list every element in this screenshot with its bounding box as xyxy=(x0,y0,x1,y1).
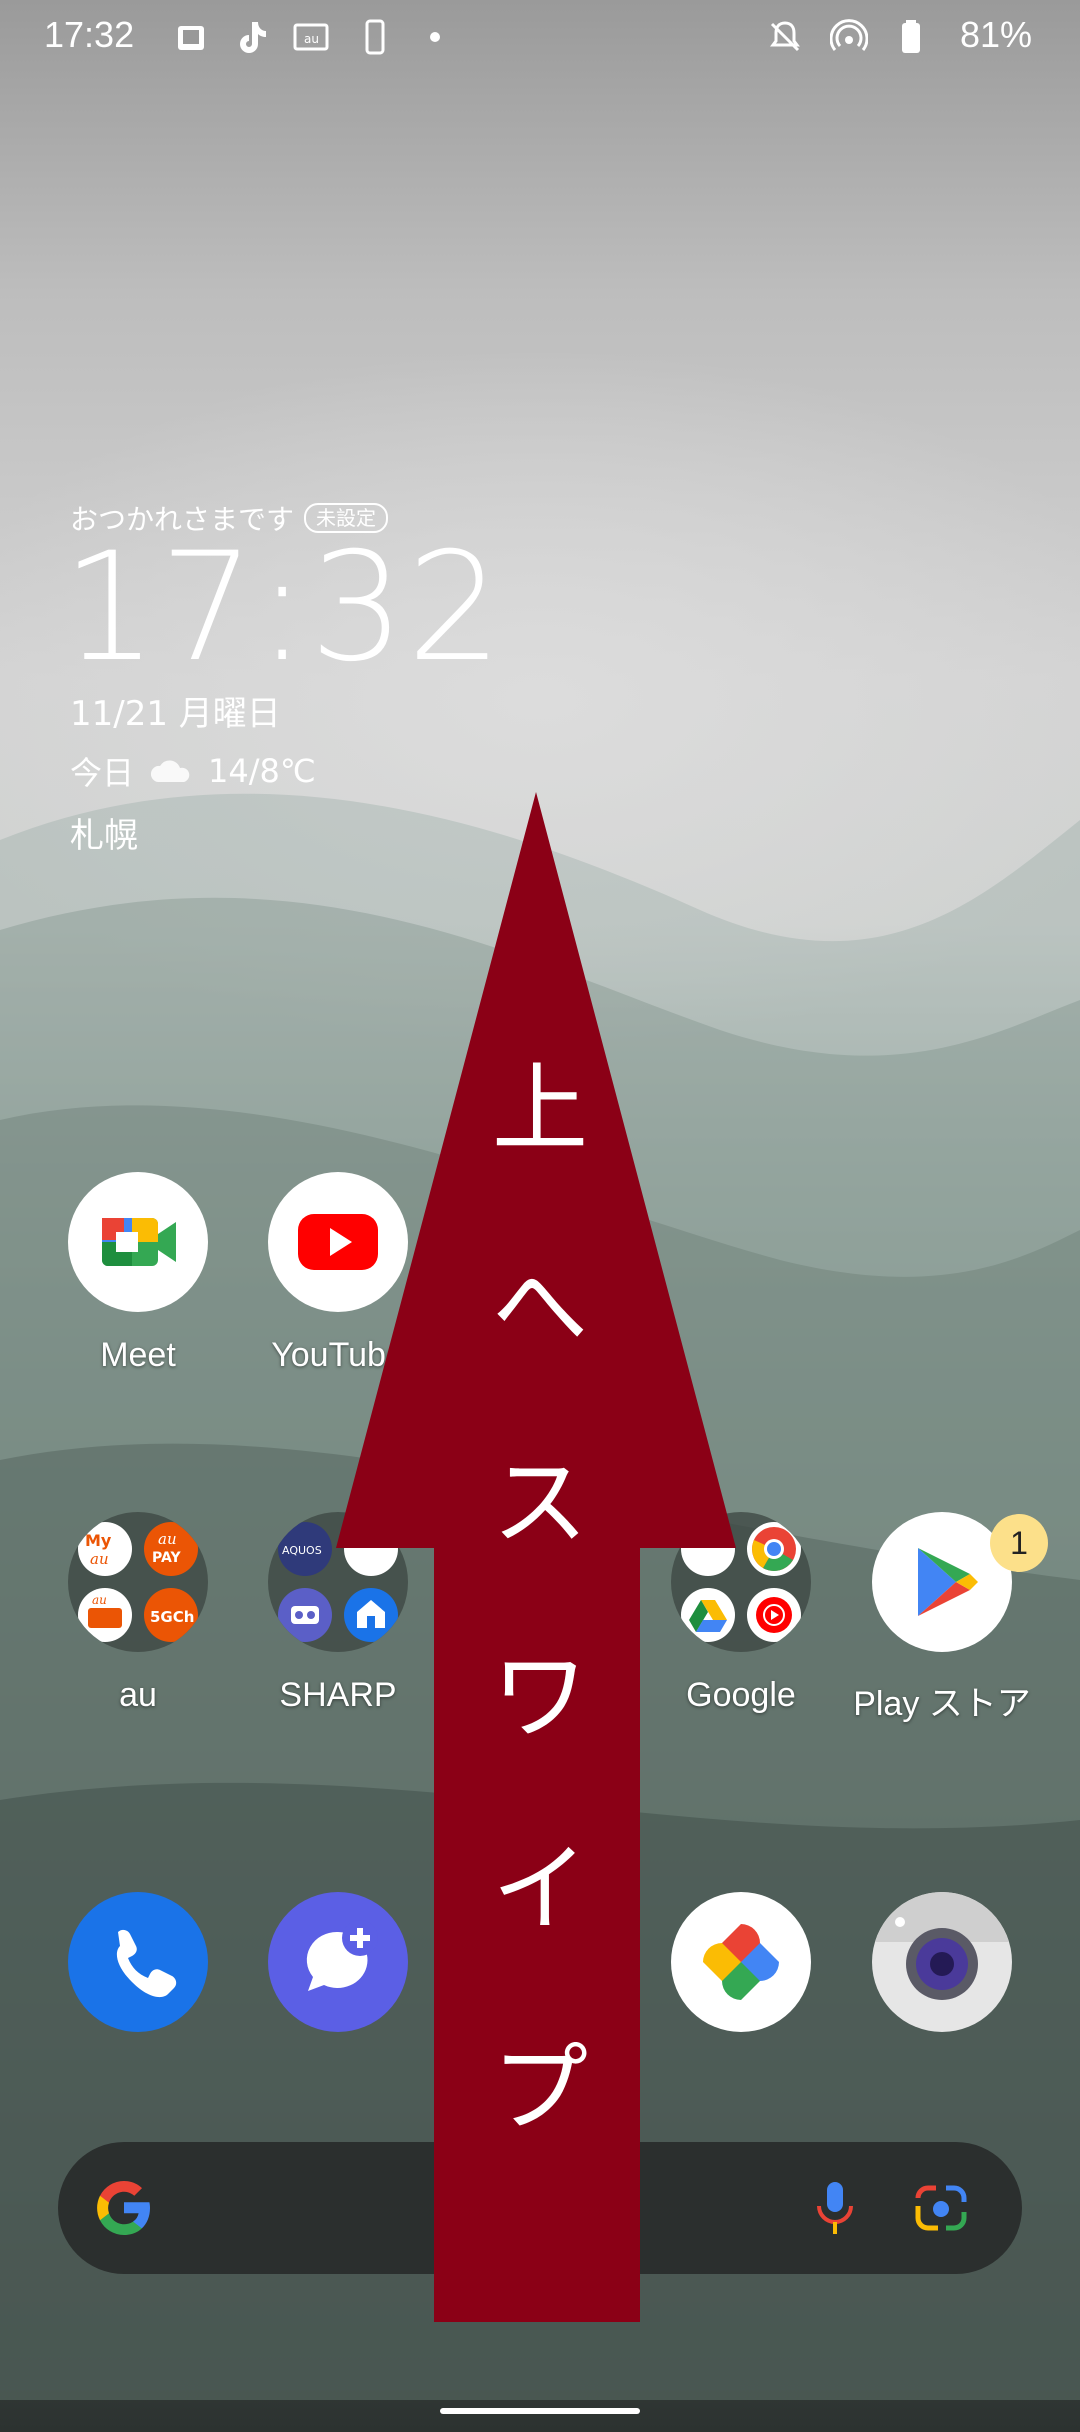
more-dot-icon xyxy=(430,32,440,42)
google-folder-icon xyxy=(671,1512,811,1652)
app-youtube[interactable]: YouTube xyxy=(238,1172,438,1375)
au-pass-icon: au xyxy=(78,1588,132,1642)
app-play-store[interactable]: 1 Play ストア xyxy=(842,1512,1048,1725)
svg-text:au: au xyxy=(92,1593,107,1607)
app-label: SHARP xyxy=(279,1676,397,1714)
status-bar: 17:32 au 81% xyxy=(0,0,1080,74)
battery-icon xyxy=(902,20,920,53)
app-label: Meet xyxy=(100,1336,176,1374)
notifications-off-icon xyxy=(770,21,800,52)
app-messages[interactable] xyxy=(238,1892,438,2032)
drive-icon xyxy=(681,1588,735,1642)
svg-text:AQUOS: AQUOS xyxy=(282,1544,322,1557)
phone-device-icon xyxy=(365,19,385,55)
sharp-folder-icon: AQUOS xyxy=(268,1512,408,1652)
meet-icon xyxy=(68,1172,208,1312)
app-phone[interactable] xyxy=(38,1892,238,2032)
folder-google[interactable]: Google xyxy=(641,1512,841,1715)
youtube-icon xyxy=(268,1172,408,1312)
tiktok-icon xyxy=(240,22,266,53)
my-au-icon: My au xyxy=(78,1522,132,1576)
play-store-icon: 1 xyxy=(872,1512,1048,1652)
city-text[interactable]: 札幌 xyxy=(70,808,138,857)
youtube-music-icon xyxy=(747,1588,801,1642)
sharp-app-icon xyxy=(344,1522,398,1576)
chrome-icon xyxy=(747,1522,801,1576)
folder-sharp[interactable]: AQUOS SHARP xyxy=(238,1512,438,1715)
photos-icon xyxy=(671,1892,811,2032)
lens-icon[interactable] xyxy=(912,2180,970,2236)
notification-badge: 1 xyxy=(990,1514,1048,1572)
status-time: 17:32 xyxy=(44,14,135,55)
swipe-instruction-char: 上 xyxy=(492,1053,588,1165)
app-label: Play ストア xyxy=(853,1685,1031,1723)
svg-text:My: My xyxy=(85,1531,112,1550)
app-label: Google xyxy=(686,1676,796,1714)
temperature-text: 14/8℃ xyxy=(208,752,316,790)
date-text[interactable]: 11/21 月曜日 xyxy=(70,686,281,735)
phone-icon xyxy=(68,1892,208,2032)
swipe-instruction-char: イ xyxy=(492,1833,588,1945)
gesture-nav-handle[interactable] xyxy=(440,2408,640,2414)
weather-label: 今日 xyxy=(70,754,135,792)
app-meet[interactable]: Meet xyxy=(38,1172,238,1375)
hotspot-icon xyxy=(830,19,868,51)
swipe-instruction-char: ス xyxy=(492,1447,588,1559)
aquos-icon: AQUOS xyxy=(278,1522,332,1576)
mic-icon[interactable] xyxy=(810,2178,860,2238)
camera-icon xyxy=(872,1892,1012,2032)
google-g-icon xyxy=(97,2181,150,2235)
google-search-bar[interactable] xyxy=(58,2142,1022,2274)
svg-text:5GCh: 5GCh xyxy=(150,1608,194,1626)
messages-icon xyxy=(268,1892,408,2032)
photos-notification-icon xyxy=(178,26,204,50)
swipe-instruction-char: プ xyxy=(492,2033,588,2145)
cloud-icon xyxy=(150,760,190,782)
svg-text:au: au xyxy=(304,32,319,46)
app-label: YouTube xyxy=(271,1336,405,1374)
clock-widget[interactable]: 17:32 xyxy=(62,528,504,688)
app-camera[interactable] xyxy=(842,1892,1042,2032)
battery-percent: 81% xyxy=(959,14,1032,55)
app-label: au xyxy=(119,1676,157,1714)
au-notification-icon: au xyxy=(293,23,329,51)
google-app-icon xyxy=(681,1522,735,1576)
swipe-instruction-char: ワ xyxy=(492,1641,588,1753)
svg-text:au: au xyxy=(158,1530,177,1548)
au-5g-channel-icon: 5GCh xyxy=(144,1588,198,1642)
sharp-voicemail-icon xyxy=(278,1588,332,1642)
svg-text:au: au xyxy=(90,1550,109,1568)
svg-text:PAY: PAY xyxy=(152,1550,181,1566)
sharp-home-icon xyxy=(344,1588,398,1642)
au-pay-icon: au PAY xyxy=(144,1522,198,1576)
au-folder-icon: My au au PAY au 5GCh xyxy=(68,1512,208,1652)
app-photos[interactable] xyxy=(641,1892,841,2032)
folder-au[interactable]: My au au PAY au 5GCh au xyxy=(38,1512,238,1715)
weather-row[interactable]: 今日 14/8℃ xyxy=(70,748,316,794)
swipe-instruction-char: へ xyxy=(492,1251,588,1363)
